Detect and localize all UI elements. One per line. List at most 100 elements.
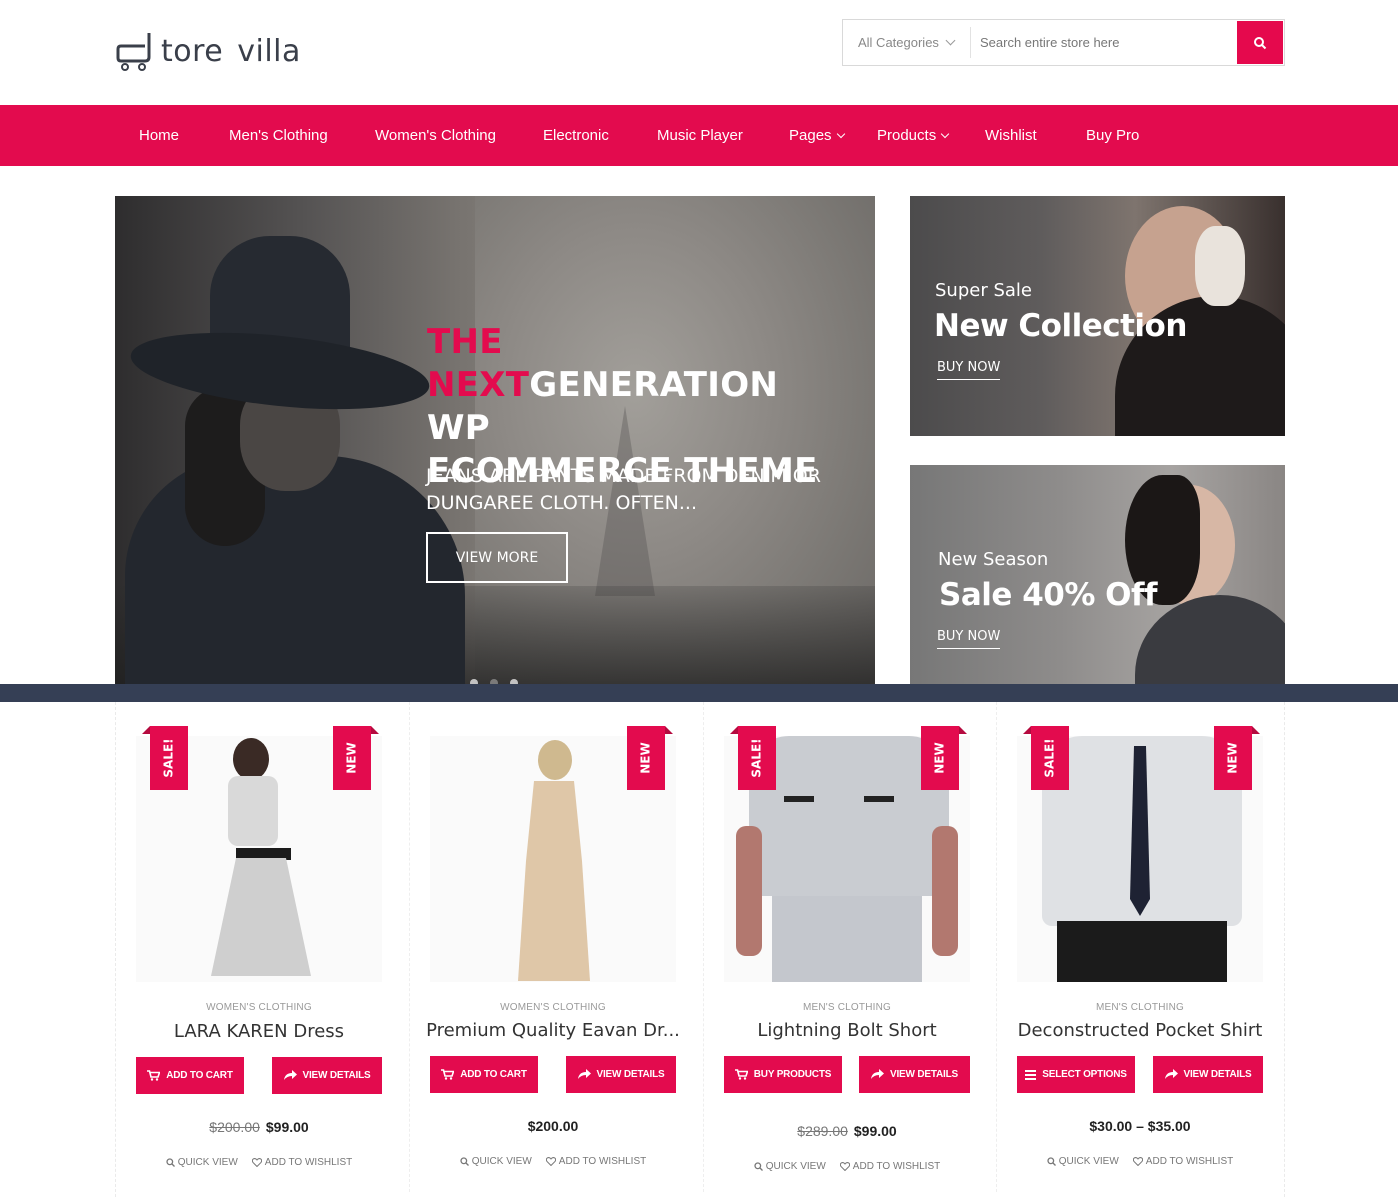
- nav-label: Home: [139, 127, 180, 144]
- add-to-wishlist-link[interactable]: ADD TO WISHLIST: [545, 1156, 646, 1167]
- product-model-arm: [932, 826, 958, 956]
- sale-badge: SALE!: [730, 726, 776, 790]
- hero-title-next: NEXT: [427, 365, 530, 405]
- product-name[interactable]: Premium Quality Eavan Dr...: [418, 1020, 688, 1041]
- product-actions: QUICK VIEW ADD TO WISHLIST: [704, 1161, 990, 1172]
- add-to-cart-button[interactable]: ADD TO CART: [136, 1057, 244, 1094]
- cart-logo-icon: [116, 33, 151, 71]
- quick-view-link[interactable]: QUICK VIEW: [460, 1156, 532, 1167]
- view-more-button[interactable]: VIEW MORE: [426, 532, 568, 583]
- search-icon: [1254, 36, 1267, 49]
- quick-view-link[interactable]: QUICK VIEW: [754, 1161, 826, 1172]
- product-name[interactable]: Deconstructed Pocket Shirt: [1005, 1020, 1275, 1041]
- buy-now-link[interactable]: BUY NOW: [937, 629, 1001, 649]
- search-button[interactable]: [1237, 21, 1283, 64]
- promo-label: Super Sale: [935, 280, 1032, 301]
- logo-word-2: villa: [237, 33, 301, 69]
- product-category[interactable]: MEN'S CLOTHING: [704, 1002, 990, 1013]
- product-name[interactable]: LARA KAREN Dress: [124, 1021, 394, 1042]
- section-divider: [0, 684, 1398, 702]
- add-to-wishlist-link[interactable]: ADD TO WISHLIST: [251, 1157, 352, 1168]
- promo-model-body: [1135, 595, 1285, 685]
- nav-item-pages[interactable]: Pages: [789, 105, 845, 166]
- category-select-label: All Categories: [858, 35, 939, 50]
- nav-item-products[interactable]: Products: [877, 105, 950, 166]
- view-details-button[interactable]: VIEW DETAILS: [566, 1056, 676, 1093]
- new-badge: NEW: [627, 726, 673, 790]
- heart-icon: [545, 1157, 556, 1166]
- product-shirt-pocket: [784, 796, 814, 802]
- view-details-button[interactable]: VIEW DETAILS: [272, 1057, 382, 1094]
- product-grid: SALE! NEW WOMEN'S CLOTHING LARA KAREN Dr…: [115, 702, 1285, 1197]
- product-card: SALE! NEW WOMEN'S CLOTHING LARA KAREN Dr…: [116, 702, 409, 1192]
- product-category[interactable]: MEN'S CLOTHING: [997, 1002, 1283, 1013]
- product-shirt-lower: [772, 896, 922, 982]
- site-logo[interactable]: tore villa: [115, 26, 301, 76]
- view-details-button[interactable]: VIEW DETAILS: [1153, 1056, 1263, 1093]
- nav-label: Men's Clothing: [229, 127, 328, 144]
- product-category[interactable]: WOMEN'S CLOTHING: [410, 1002, 696, 1013]
- nav-item-mens-clothing[interactable]: Men's Clothing: [229, 105, 328, 166]
- old-price: $200.00: [209, 1119, 260, 1135]
- product-name[interactable]: Lightning Bolt Short: [712, 1020, 982, 1041]
- sale-price: $99.00: [265, 1119, 309, 1135]
- logo-text: tore villa: [159, 34, 301, 69]
- hero-subtitle: JEANS ARE PANTS MADE FROM DENIM OR DUNGA…: [426, 465, 821, 514]
- new-badge: NEW: [1214, 726, 1260, 790]
- nav-item-womens-clothing[interactable]: Women's Clothing: [375, 105, 496, 166]
- list-icon: [1025, 1069, 1037, 1080]
- hero-title-line-1: THE: [427, 322, 503, 362]
- product-actions: QUICK VIEW ADD TO WISHLIST: [410, 1156, 696, 1167]
- search-icon: [166, 1158, 175, 1167]
- promo-title: Sale 40% Off: [939, 577, 1158, 613]
- category-select[interactable]: All Categories: [843, 27, 971, 58]
- product-shirt: [749, 736, 949, 896]
- heart-icon: [839, 1162, 850, 1171]
- logo-word-1: tore: [161, 33, 224, 69]
- product-model-torso: [228, 776, 278, 846]
- share-arrow-icon: [1164, 1069, 1178, 1079]
- main-nav: Home Men's Clothing Women's Clothing Ele…: [0, 105, 1398, 166]
- search-icon: [460, 1157, 469, 1166]
- buy-now-link[interactable]: BUY NOW: [937, 360, 1001, 380]
- quick-view-link[interactable]: QUICK VIEW: [166, 1157, 238, 1168]
- nav-item-home[interactable]: Home: [139, 105, 179, 166]
- search-input[interactable]: [971, 20, 1237, 65]
- site-header: tore villa All Categories: [0, 0, 1398, 105]
- nav-label: Pages: [789, 127, 832, 144]
- quick-view-link[interactable]: QUICK VIEW: [1047, 1156, 1119, 1167]
- nav-item-music-player[interactable]: Music Player: [657, 105, 743, 166]
- promo-banner-sale[interactable]: New Season Sale 40% Off BUY NOW: [910, 465, 1285, 685]
- button-label: BUY PRODUCTS: [753, 1069, 832, 1080]
- nav-item-electronic[interactable]: Electronic: [543, 105, 609, 166]
- nav-label: Music Player: [657, 127, 743, 144]
- promo-label: New Season: [938, 549, 1049, 570]
- add-to-cart-button[interactable]: ADD TO CART: [430, 1056, 538, 1093]
- sale-badge: SALE!: [142, 726, 188, 790]
- nav-item-wishlist[interactable]: Wishlist: [985, 105, 1037, 166]
- search-bar: All Categories: [842, 19, 1285, 66]
- chevron-down-icon: [940, 129, 950, 138]
- product-model-skirt: [211, 858, 311, 976]
- nav-item-buy-pro[interactable]: Buy Pro: [1086, 105, 1139, 166]
- chevron-down-icon: [836, 129, 845, 138]
- product-price: $200.00: [410, 1118, 696, 1134]
- sale-price: $99.00: [853, 1123, 897, 1139]
- product-model-dress: [518, 781, 590, 981]
- product-actions: QUICK VIEW ADD TO WISHLIST: [116, 1157, 402, 1168]
- product-category[interactable]: WOMEN'S CLOTHING: [116, 1002, 402, 1013]
- product-price: $289.00 $99.00: [704, 1123, 990, 1139]
- share-arrow-icon: [283, 1070, 297, 1080]
- add-to-wishlist-link[interactable]: ADD TO WISHLIST: [1132, 1156, 1233, 1167]
- heart-icon: [1132, 1157, 1143, 1166]
- view-details-button[interactable]: VIEW DETAILS: [859, 1056, 970, 1093]
- product-card: NEW WOMEN'S CLOTHING Premium Quality Eav…: [409, 702, 702, 1192]
- chevron-down-icon: [945, 35, 956, 46]
- nav-label: Electronic: [543, 127, 609, 144]
- add-to-wishlist-link[interactable]: ADD TO WISHLIST: [839, 1161, 940, 1172]
- promo-banner-new-collection[interactable]: Super Sale New Collection BUY NOW: [910, 196, 1285, 436]
- product-shirt-pocket: [864, 796, 894, 802]
- buy-products-button[interactable]: BUY PRODUCTS: [724, 1056, 842, 1093]
- select-options-button[interactable]: SELECT OPTIONS: [1017, 1056, 1135, 1093]
- sale-price: $200.00: [527, 1118, 579, 1134]
